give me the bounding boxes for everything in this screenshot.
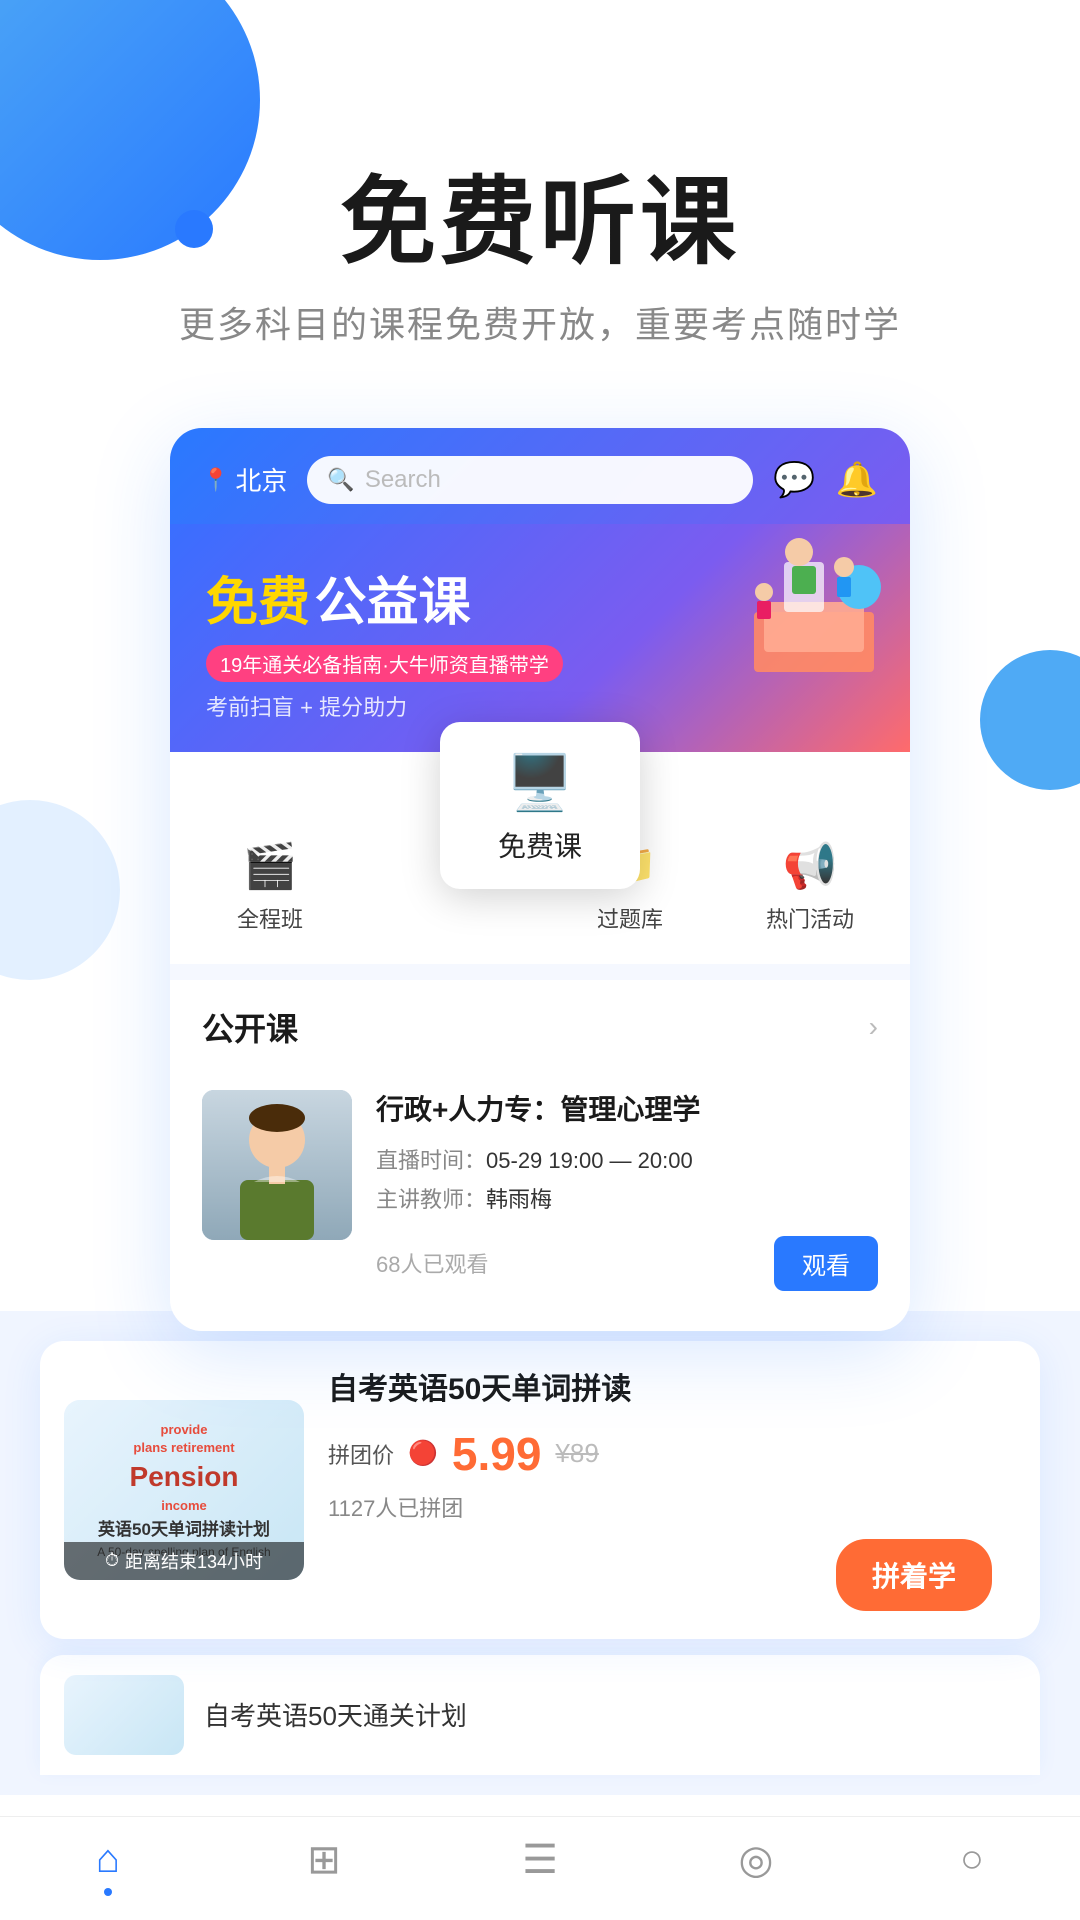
hero-title: 免费听课 [0,170,1080,276]
bottom-nav-home[interactable]: ⌂ [0,1817,216,1920]
product-group-count: 1127人已拼团 [328,1491,992,1523]
price-original: ¥89 [555,1438,598,1469]
home-icon: ⌂ [96,1837,120,1882]
course-card: 行政+人力专：管理心理学 直播时间：05-29 19:00 — 20:00 主讲… [170,1066,910,1315]
banner-illustration [704,532,894,702]
search-bar[interactable]: 🔍 Search [307,456,753,504]
product-title: 自考英语50天单词拼读 [328,1369,992,1411]
bottom-nav-questions[interactable]: ☰ [432,1817,648,1920]
topbar-icons: 💬 🔔 [773,460,878,500]
profile-icon: ○ [960,1837,984,1882]
bottom-nav: ⌂ ⊞ ☰ ◎ ○ [0,1816,1080,1920]
bell-icon[interactable]: 🔔 [836,460,878,500]
nav-label-2: 过题库 [597,902,663,934]
nav-icon-0: 🎬 [243,840,298,892]
nav-icons-row: 🖥️ 免费课 🎬 全程班 🖥️ 免费课 📁 过题库 📢 热门活动 [170,752,910,964]
nav-item-3[interactable]: 📢 热门活动 [720,812,900,954]
course-info: 行政+人力专：管理心理学 直播时间：05-29 19:00 — 20:00 主讲… [376,1090,878,1291]
hero-section: 免费听课 更多科目的课程免费开放，重要考点随时学 [0,0,1080,388]
location-icon: 📍 [202,467,229,493]
discover-icon: ◎ [739,1837,774,1883]
bottom-nav-profile[interactable]: ○ [864,1817,1080,1920]
search-icon: 🔍 [327,467,354,493]
app-topbar: 📍 北京 🔍 Search 💬 🔔 [170,428,910,524]
section-more[interactable]: › [869,1011,878,1043]
word-cloud: provideplans retirementPensionincome [130,1421,239,1515]
bottom-nav-courses[interactable]: ⊞ [216,1817,432,1920]
product-preview-title: 自考英语50天通关计划 [204,1696,467,1733]
price-label: 拼团价 [328,1438,394,1470]
nav-label-3: 热门活动 [766,902,854,934]
product-preview: 自考英语50天通关计划 [40,1655,1040,1775]
hero-subtitle: 更多科目的课程免费开放，重要考点随时学 [0,296,1080,348]
search-placeholder: Search [365,466,441,494]
section-header: 公开课 › [170,980,910,1066]
teacher-thumb [202,1090,352,1240]
course-title: 行政+人力专：管理心理学 [376,1090,878,1129]
watch-button[interactable]: 观看 [774,1236,878,1291]
location-text: 北京 [235,461,287,498]
nav-label-0: 全程班 [237,902,303,934]
product-timer: ⏱ 距离结束134小时 [64,1542,304,1580]
price-icon: 🔴 [408,1439,438,1468]
app-screen: 📍 北京 🔍 Search 💬 🔔 免费 公益课 19年通关必备指南·大牛师资直… [170,428,910,1315]
course-views: 68人已观看 [376,1247,488,1279]
banner-title-yellow: 免费 [206,574,310,632]
product-preview-image [64,1675,184,1755]
price-value: 5.99 [452,1427,542,1481]
course-meta: 直播时间：05-29 19:00 — 20:00 主讲教师：韩雨梅 [376,1141,878,1220]
product-section: provideplans retirementPensionincome 英语5… [40,1341,1040,1639]
phone-mockup: 📍 北京 🔍 Search 💬 🔔 免费 公益课 19年通关必备指南·大牛师资直… [170,428,910,1331]
course-footer: 68人已观看 观看 [376,1236,878,1291]
questions-icon: ☰ [522,1837,558,1883]
app-location: 📍 北京 [202,461,287,498]
product-price-row: 拼团价 🔴 5.99 ¥89 [328,1427,992,1481]
banner-title-white: 公益课 [314,574,470,632]
section-title: 公开课 [202,1004,298,1050]
home-active-dot [104,1888,112,1896]
bottom-nav-discover[interactable]: ◎ [648,1817,864,1920]
nav-icon-3: 📢 [783,840,838,892]
nav-item-0[interactable]: 🎬 全程班 [180,812,360,954]
teacher-name: 韩雨梅 [486,1187,552,1212]
broadcast-time: 05-29 19:00 — 20:00 [486,1148,693,1173]
bg-circle-right [980,650,1080,790]
bg-circle-left-mid [0,800,120,980]
product-image-title: 英语50天单词拼读计划 [98,1519,270,1541]
product-image-bg: provideplans retirementPensionincome 英语5… [64,1400,304,1580]
product-image: provideplans retirementPensionincome 英语5… [64,1400,304,1580]
message-icon[interactable]: 💬 [773,460,815,500]
product-info: 自考英语50天单词拼读 拼团价 🔴 5.99 ¥89 1127人已拼团 拼着学 [328,1369,992,1611]
free-course-popup[interactable]: 🖥️ 免费课 [440,722,640,889]
monitor-icon: 🖥️ [476,752,604,815]
group-buy-button[interactable]: 拼着学 [836,1539,992,1611]
app-banner: 免费 公益课 19年通关必备指南·大牛师资直播带学 考前扫盲 + 提分助力 [170,524,910,752]
popup-label: 免费课 [476,825,604,865]
courses-icon: ⊞ [307,1837,341,1883]
banner-badge: 19年通关必备指南·大牛师资直播带学 [206,645,563,682]
